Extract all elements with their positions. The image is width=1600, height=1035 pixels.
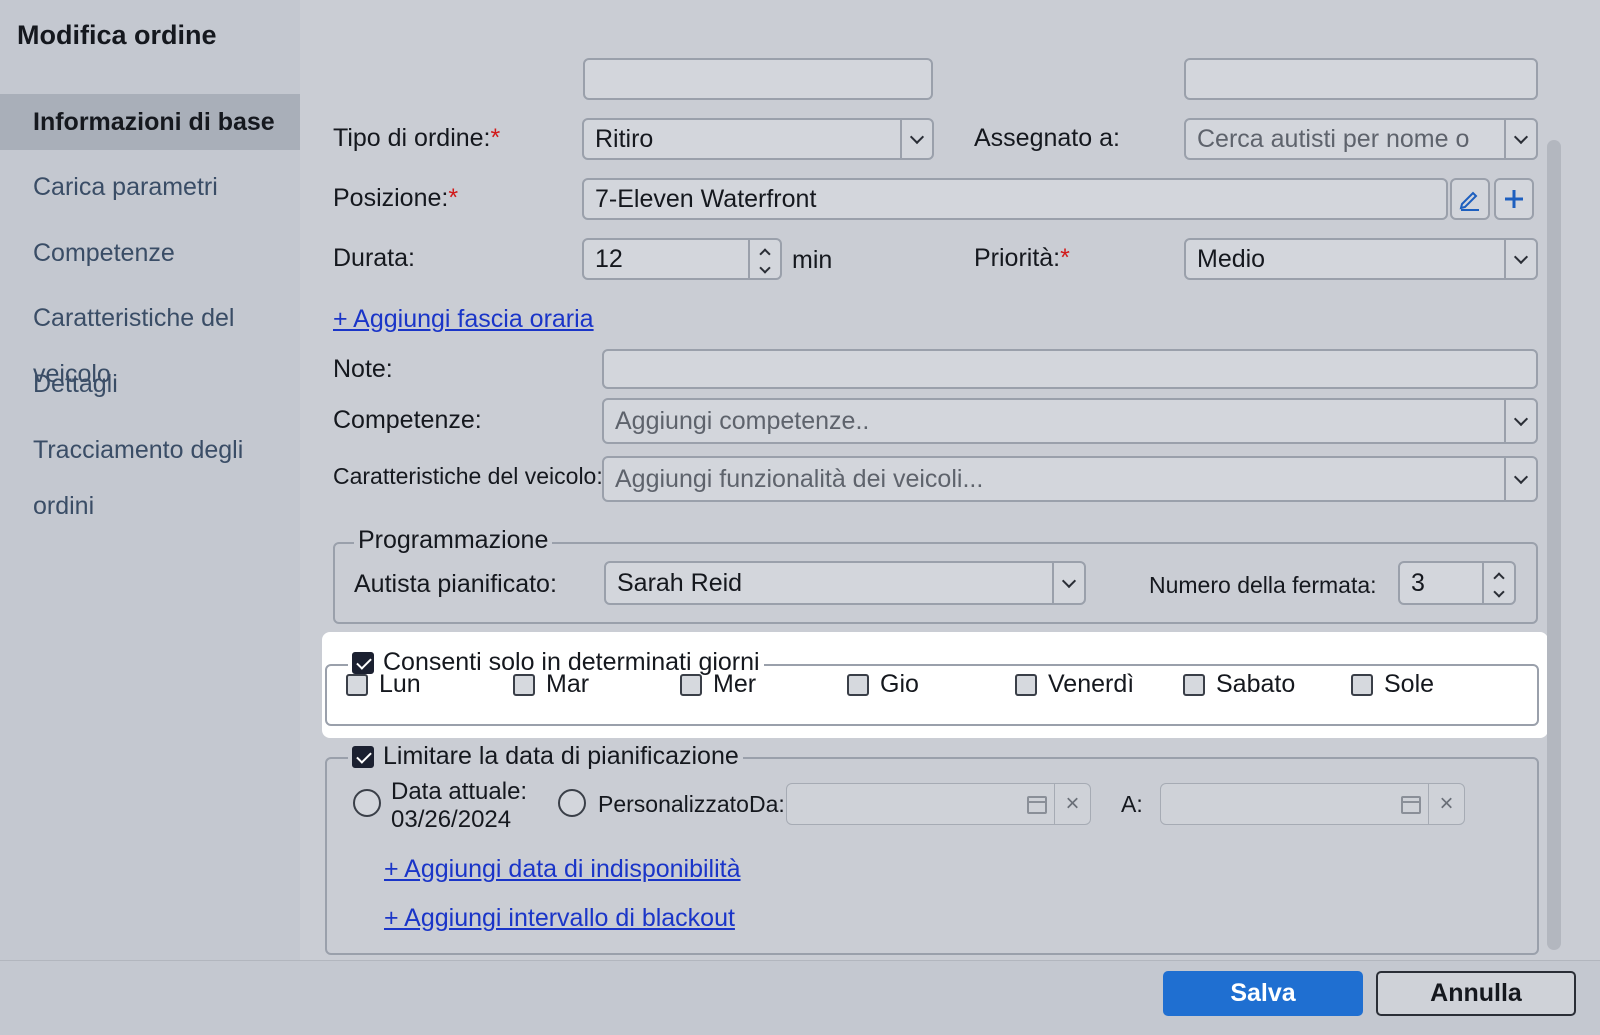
stop-number-stepper[interactable]: 3 [1398,561,1516,605]
scrolled-field-left[interactable] [583,58,933,100]
add-unavailability-link[interactable]: + Aggiungi data di indisponibilità [384,855,741,884]
planned-driver-label: Autista pianificato: [354,570,557,598]
sidebar-item-tracciamento-ordini[interactable]: Tracciamento degli ordini [0,422,300,520]
stop-number-label: Numero della fermata: [1149,572,1377,598]
day-checkbox-mar[interactable]: Mar [513,670,589,699]
sidebar-item-carica-parametri[interactable]: Carica parametri [0,159,300,215]
from-label: Da: [749,791,785,817]
to-date-input[interactable]: × [1160,783,1465,825]
sidebar: Modifica ordine Informazioni di base Car… [0,0,300,960]
sidebar-item-caratteristiche-veicolo[interactable]: Caratteristiche del veicolo [0,290,300,388]
order-type-label: Tipo di ordine:* [333,124,501,152]
clear-icon[interactable]: × [1054,784,1090,824]
clear-icon[interactable]: × [1428,784,1464,824]
day-checkbox-lun[interactable]: Lun [346,670,421,699]
calendar-icon[interactable] [1027,796,1047,814]
date-limit-legend: Limitare la data di pianificazione [348,742,743,771]
sidebar-item-competenze[interactable]: Competenze [0,225,300,281]
scheduling-legend: Programmazione [354,526,553,555]
vehicle-features-label: Caratteristiche del veicolo: [333,463,603,489]
date-limit-checkbox[interactable] [352,745,374,768]
cancel-button[interactable]: Annulla [1376,971,1576,1016]
sidebar-item-dettagli[interactable]: Dettagli [0,356,300,412]
priority-label: Priorità:* [974,244,1070,272]
chevron-down-icon[interactable] [1504,458,1536,500]
skills-select[interactable]: Aggiungi competenze.. [602,398,1538,444]
from-date-input[interactable]: × [786,783,1091,825]
duration-stepper[interactable]: 12 [582,238,782,280]
vertical-scrollbar[interactable] [1547,140,1561,950]
current-date-value: 03/26/2024 [391,806,512,833]
day-checkbox-sabato[interactable]: Sabato [1183,670,1295,699]
day-checkbox-gio[interactable]: Gio [847,670,919,699]
planned-driver-select[interactable]: Sarah Reid [604,561,1086,605]
save-button[interactable]: Salva [1163,971,1363,1016]
chevron-down-icon[interactable] [1504,240,1536,278]
plus-icon [1505,190,1523,208]
add-blackout-link[interactable]: + Aggiungi intervallo di blackout [384,904,735,933]
add-time-slot-link[interactable]: + Aggiungi fascia oraria [333,305,594,334]
custom-date-radio[interactable] [558,789,586,817]
add-position-button[interactable] [1494,178,1534,220]
current-date-radio[interactable] [353,789,381,817]
dialog-title: Modifica ordine [17,20,217,50]
to-label: A: [1121,791,1143,817]
notes-label: Note: [333,355,393,383]
day-checkbox-mer[interactable]: Mer [680,670,756,699]
pencil-icon [1459,191,1479,211]
custom-label: Personalizzato: [598,791,756,817]
assigned-label: Assegnato a: [974,124,1120,152]
sidebar-item-informazioni-di-base[interactable]: Informazioni di base [0,94,300,150]
duration-unit: min [792,246,833,274]
chevron-down-icon[interactable] [1504,400,1536,442]
stepper-arrows-icon[interactable] [748,240,780,278]
notes-input[interactable] [602,349,1538,389]
day-checkbox-venerdi[interactable]: Venerdì [1015,670,1134,699]
skills-label: Competenze: [333,406,482,434]
chevron-down-icon[interactable] [900,120,932,158]
current-date-label: Data attuale: 03/26/2024 [391,778,528,833]
calendar-icon[interactable] [1401,796,1421,814]
scrolled-field-right[interactable] [1184,58,1538,100]
day-checkbox-sole[interactable]: Sole [1351,670,1434,699]
edit-position-button[interactable] [1450,178,1490,220]
priority-select[interactable]: Medio [1184,238,1538,280]
position-label: Posizione:* [333,184,459,212]
position-input[interactable]: 7-Eleven Waterfront [582,178,1448,220]
chevron-down-icon[interactable] [1052,563,1084,603]
vehicle-features-select[interactable]: Aggiungi funzionalità dei veicoli... [602,456,1538,502]
chevron-down-icon[interactable] [1504,120,1536,158]
stepper-arrows-icon[interactable] [1482,563,1514,603]
duration-label: Durata: [333,244,415,272]
order-type-select[interactable]: Ritiro [582,118,934,160]
assigned-driver-search[interactable]: Cerca autisti per nome o [1184,118,1538,160]
